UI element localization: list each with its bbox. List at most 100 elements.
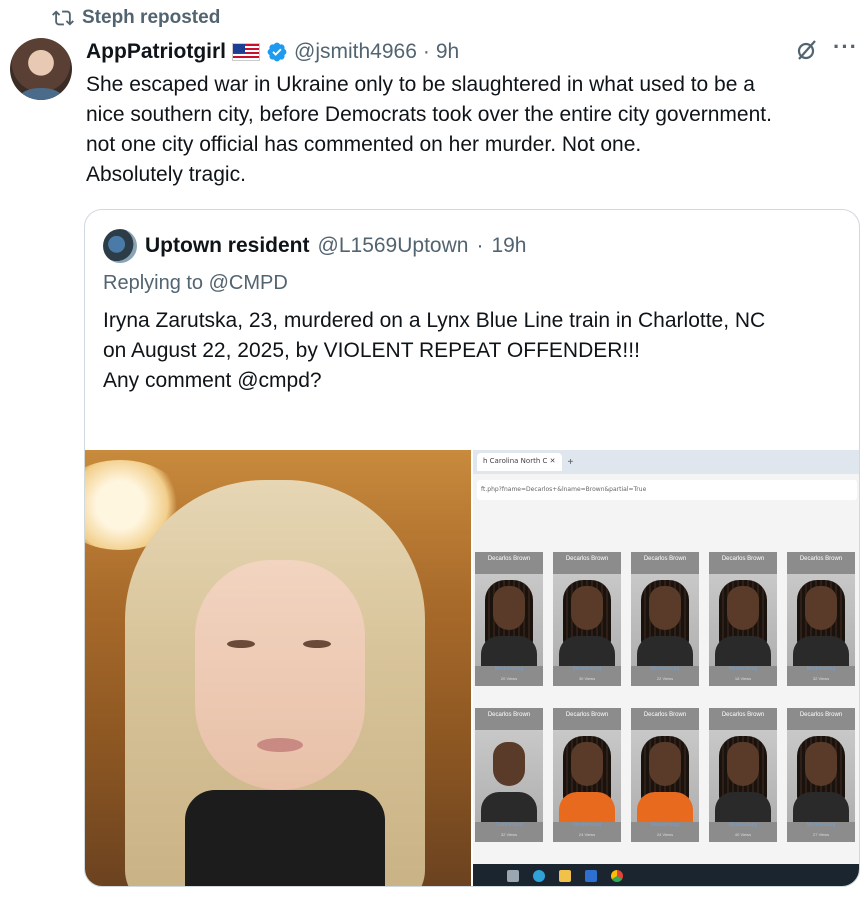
- mugshot-views: 30 Views: [578, 676, 596, 681]
- post-text-line: not one city official has commented on h…: [86, 133, 642, 156]
- quote-header: Uptown resident @L1569Uptown · 19h: [103, 229, 526, 263]
- shirt-shape: [793, 636, 849, 666]
- quote-text-line: Any comment @cmpd?: [103, 369, 322, 392]
- mugshot-name: Decarlos Brown: [721, 712, 765, 718]
- mugshot-county: Mecklenburg: [572, 822, 602, 828]
- mugshot-views: 32 Views: [812, 676, 830, 681]
- mugshot-name: Decarlos Brown: [487, 712, 531, 718]
- mugshot-county: Mecklenburg: [728, 666, 758, 672]
- mugshot-card[interactable]: Decarlos Brown Mecklenburg 22 Views: [631, 552, 699, 686]
- quote-author-avatar[interactable]: [103, 229, 137, 263]
- mugshot-views: 24 Views: [578, 832, 596, 837]
- mugshot-name: Decarlos Brown: [565, 712, 609, 718]
- portrait-photo[interactable]: [85, 450, 471, 886]
- separator-dot: ·: [422, 40, 430, 63]
- mugshot-photo: [475, 574, 543, 666]
- us-flag-icon: [232, 43, 260, 61]
- shirt-shape: [715, 636, 771, 666]
- mugshot-card[interactable]: Decarlos Brown Mecklenburg 20 Views: [475, 552, 543, 686]
- mugshot-county: Mecklenburg: [806, 666, 836, 672]
- shirt-shape: [637, 636, 693, 666]
- quote-timestamp[interactable]: 19h: [491, 234, 526, 258]
- quote-author-name[interactable]: Uptown resident: [145, 234, 310, 258]
- replying-to-prefix: Replying to: [103, 272, 204, 294]
- head-shape: [493, 586, 525, 630]
- mugshot-name: Decarlos Brown: [487, 556, 531, 562]
- mugshot-county: Mecklenburg: [806, 822, 836, 828]
- author-avatar[interactable]: [10, 38, 72, 100]
- shirt-shape: [481, 636, 537, 666]
- author-handle[interactable]: @jsmith4966: [294, 40, 417, 64]
- head-shape: [727, 586, 759, 630]
- mugshot-name: Decarlos Brown: [643, 712, 687, 718]
- mugshot-name: Decarlos Brown: [721, 556, 765, 562]
- lips-shape: [257, 738, 303, 752]
- mugshot-views: 24 Views: [656, 832, 674, 837]
- mugshot-name: Decarlos Brown: [643, 556, 687, 562]
- mugshot-photo: [709, 574, 777, 666]
- post-text-line: She escaped war in Ukraine only to be sl…: [86, 73, 755, 96]
- author-display-name[interactable]: AppPatriotgirl: [86, 40, 226, 64]
- mugshot-views: 27 Views: [812, 832, 830, 837]
- mugshot-photo: [787, 574, 855, 666]
- post-body: She escaped war in Ukraine only to be sl…: [86, 70, 856, 190]
- quote-author-handle[interactable]: @L1569Uptown: [318, 234, 469, 258]
- windows-taskbar: [473, 864, 859, 886]
- mugshot-card[interactable]: Decarlos Brown Mecklenburg 40 Views: [709, 708, 777, 842]
- mugshot-search-screenshot[interactable]: h Carolina North C ✕ + ft.php?fname=Deca…: [471, 450, 859, 886]
- mugshot-county: Mecklenburg: [572, 666, 602, 672]
- head-shape: [571, 586, 603, 630]
- shirt-shape: [637, 792, 693, 822]
- mugshot-photo: [631, 574, 699, 666]
- chrome-icon: [611, 870, 623, 882]
- browser-tab-title: h Carolina North C: [483, 457, 548, 465]
- mugshot-photo: [787, 730, 855, 822]
- mail-icon: [585, 870, 597, 882]
- more-options-icon[interactable]: ···: [833, 36, 859, 62]
- mugshot-card[interactable]: Decarlos Brown Cumberland 32 Views: [475, 708, 543, 842]
- mugshot-views: 32 Views: [500, 832, 518, 837]
- mugshot-county: Cumberland: [495, 822, 523, 828]
- quoted-post-card[interactable]: Uptown resident @L1569Uptown · 19h Reply…: [84, 209, 860, 887]
- shirt-shape: [481, 792, 537, 822]
- replying-to-handle[interactable]: @CMPD: [209, 272, 288, 294]
- head-shape: [493, 742, 525, 786]
- mugshot-photo: [553, 730, 621, 822]
- mugshot-grid: Decarlos Brown Mecklenburg 20 Views Decarlo…: [475, 552, 859, 842]
- quote-body: Iryna Zarutska, 23, murdered on a Lynx B…: [103, 306, 843, 396]
- mugshot-card[interactable]: Decarlos Brown Mecklenburg 18 Views: [709, 552, 777, 686]
- mugshot-name: Decarlos Brown: [799, 712, 843, 718]
- mugshot-card[interactable]: Decarlos Brown Mecklenburg 32 Views: [787, 552, 855, 686]
- quote-text-line: on August 22, 2025, by VIOLENT REPEAT OF…: [103, 339, 640, 362]
- shirt-shape: [715, 792, 771, 822]
- quote-media[interactable]: h Carolina North C ✕ + ft.php?fname=Deca…: [85, 450, 859, 886]
- shirt-shape: [559, 792, 615, 822]
- face-shape: [195, 560, 365, 790]
- mugshot-photo: [475, 730, 543, 822]
- edge-icon: [533, 870, 545, 882]
- shirt-shape: [793, 792, 849, 822]
- mugshot-card[interactable]: Decarlos Brown Mecklenburg 24 Views: [631, 708, 699, 842]
- mugshot-views: 22 Views: [656, 676, 674, 681]
- shirt-shape: [185, 790, 385, 886]
- mugshot-photo: [553, 574, 621, 666]
- head-shape: [805, 586, 837, 630]
- browser-tab: h Carolina North C ✕: [477, 453, 562, 471]
- head-shape: [805, 742, 837, 786]
- browser-tab-bar: h Carolina North C ✕ +: [473, 450, 859, 474]
- mugshot-views: 40 Views: [734, 832, 752, 837]
- verified-badge-icon[interactable]: [266, 41, 288, 63]
- mugshot-photo: [631, 730, 699, 822]
- browser-url-bar: ft.php?fname=Decarlos+&lname=Brown&parti…: [477, 480, 857, 500]
- eye-shape: [227, 640, 255, 648]
- mugshot-card[interactable]: Decarlos Brown Mecklenburg 24 Views: [553, 708, 621, 842]
- post-timestamp[interactable]: 9h: [436, 40, 459, 64]
- mugshot-photo: [709, 730, 777, 822]
- folder-icon: [559, 870, 571, 882]
- mugshot-card[interactable]: Decarlos Brown Mecklenburg 27 Views: [787, 708, 855, 842]
- repost-indicator[interactable]: Steph reposted: [52, 6, 220, 30]
- head-shape: [727, 742, 759, 786]
- taskview-icon: [507, 870, 519, 882]
- grok-icon[interactable]: [795, 38, 819, 62]
- mugshot-card[interactable]: Decarlos Brown Mecklenburg 30 Views: [553, 552, 621, 686]
